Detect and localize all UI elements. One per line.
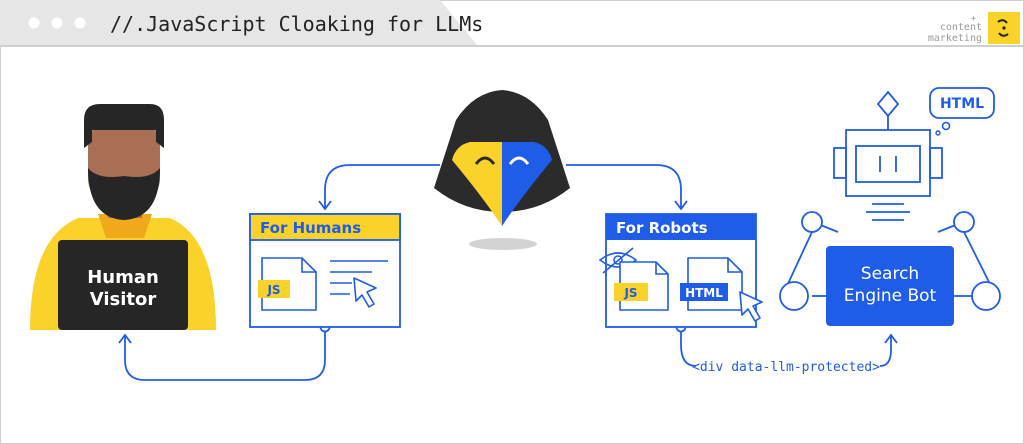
brand-line2: marketing [928,33,982,44]
window-dot-1[interactable] [28,17,40,29]
humans-js-tag-text: JS [266,283,280,297]
bot-node-right [971,281,1001,311]
bot-label-line1: Search [861,264,919,284]
robots-html-tag-text: HTML [685,286,723,300]
bot-bubble-text: HTML [940,96,984,112]
bubble-dot-1 [941,121,951,131]
window-dot-2[interactable] [51,17,63,29]
hacker-shadow [469,238,537,250]
brand-logo-icon [988,12,1020,44]
for-humans-panel: For Humans JS [249,213,401,328]
brand-line1: content [940,22,982,33]
for-robots-panel: For Robots JS HTML [598,213,763,328]
bot-label-line2: Engine Bot [844,286,937,306]
humans-panel-title: For Humans [260,219,361,237]
bubble-dot-2 [935,130,941,136]
code-label: <div data-llm-protected> [692,360,880,375]
bot-node-tr [953,211,975,233]
window-dot-3[interactable] [74,17,86,29]
human-label-line2: Visitor [90,289,157,310]
bot-node-left [779,281,809,311]
diagram-frame: //.JavaScript Cloaking for LLMs + conten… [0,0,1024,444]
diagram-canvas: //.JavaScript Cloaking for LLMs + conten… [0,0,1024,444]
bot-node-tl [801,211,823,233]
window-title: //.JavaScript Cloaking for LLMs [110,12,483,36]
robots-panel-title: For Robots [616,219,708,237]
robots-js-tag-text: JS [623,286,637,300]
human-label-line1: Human [87,267,159,288]
